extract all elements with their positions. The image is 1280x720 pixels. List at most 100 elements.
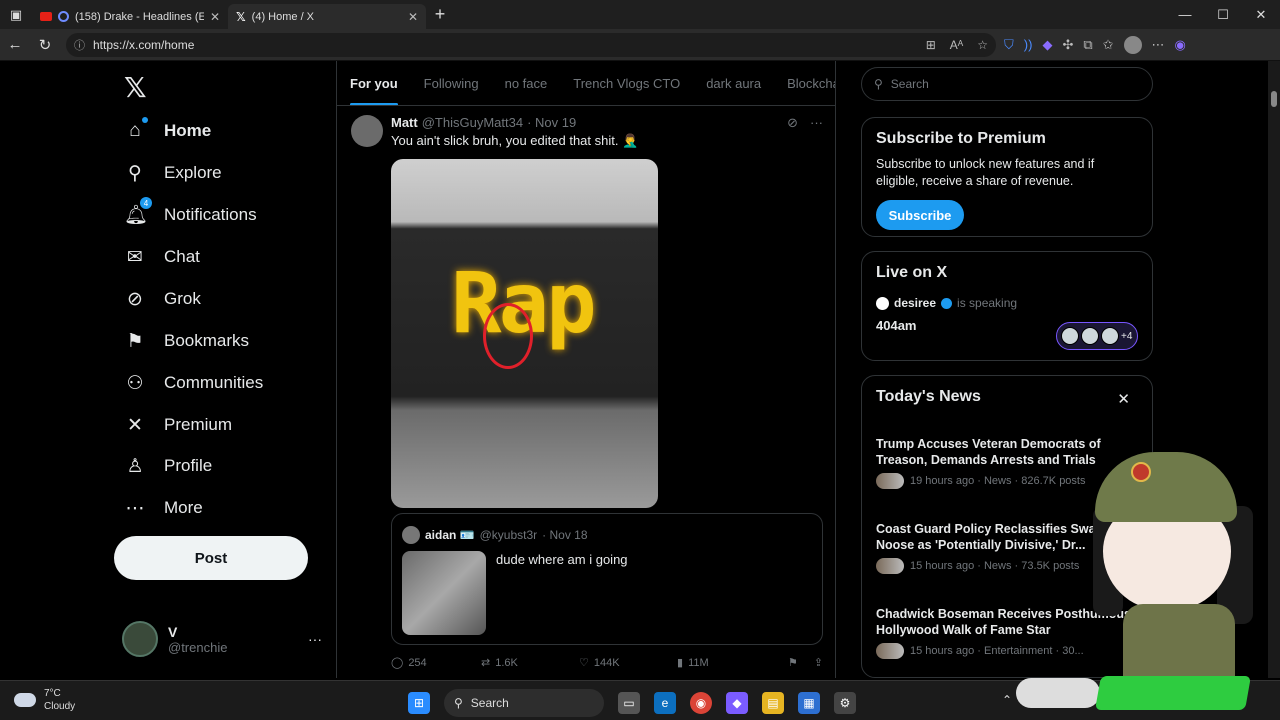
nav-home[interactable]: ⌂ Home xyxy=(124,111,211,151)
url-actions: ⊞ Aᴬ ☆ xyxy=(926,38,988,52)
youtube-icon xyxy=(40,12,52,21)
chart-icon: ▮ xyxy=(677,657,684,669)
maximize-button[interactable]: ☐ xyxy=(1204,7,1242,23)
favorites-icon[interactable]: ✩ xyxy=(1103,37,1114,53)
chrome-icon[interactable]: ◉ xyxy=(690,692,712,714)
listeners-pill[interactable]: +4 xyxy=(1056,322,1138,350)
copilot-icon[interactable]: ◉ xyxy=(1175,37,1186,53)
split-icon[interactable]: ⧉ xyxy=(1083,37,1092,53)
start-icon[interactable]: ⊞ xyxy=(408,692,430,714)
quote-text: dude where am i going xyxy=(496,552,628,567)
tweet-header: Matt @ThisGuyMatt34 · Nov 19 ⊘ ··· xyxy=(391,115,823,131)
close-tab-icon[interactable]: ✕ xyxy=(210,10,220,24)
nav-premium[interactable]: ✕ Premium xyxy=(124,405,232,445)
more-icon[interactable]: ··· xyxy=(810,115,823,131)
like-button[interactable]: ♡ 144K xyxy=(579,656,677,670)
nav-bookmarks[interactable]: ⚑ Bookmarks xyxy=(124,321,249,361)
reply-button[interactable]: ◯ 254 xyxy=(391,656,481,670)
quote-date: · Nov 18 xyxy=(542,528,588,542)
avatar xyxy=(402,526,420,544)
more-icon[interactable]: ··· xyxy=(308,631,322,647)
edge-icon[interactable]: e xyxy=(654,692,676,714)
views-button[interactable]: ▮ 11M xyxy=(677,656,777,670)
nav-explore[interactable]: ⚲ Explore xyxy=(124,153,222,193)
shield-icon[interactable]: ⛉ xyxy=(1004,37,1014,53)
scrollbar-thumb[interactable] xyxy=(1271,91,1277,107)
avatar[interactable] xyxy=(351,115,383,147)
file-explorer-icon[interactable]: ▤ xyxy=(762,692,784,714)
tab-blockchain[interactable]: Blockcha xyxy=(787,76,835,91)
repost-button[interactable]: ⇄ 1.6K xyxy=(481,656,579,670)
nav-more[interactable]: ⋯ More xyxy=(124,488,203,528)
tweet-date[interactable]: · Nov 19 xyxy=(527,115,576,131)
menu-icon[interactable]: ⋯ xyxy=(1152,37,1165,53)
site-info-icon[interactable]: ⓘ xyxy=(74,37,85,53)
subscribe-button[interactable]: Subscribe xyxy=(876,200,964,230)
x-logo-icon[interactable]: 𝕏 xyxy=(124,71,147,104)
tweet-image[interactable]: Rap xyxy=(391,159,658,508)
extension-icon[interactable]: ◆ xyxy=(1042,37,1052,53)
bookmark-icon[interactable]: ⚑ xyxy=(788,656,798,669)
new-tab-button[interactable]: + xyxy=(426,4,454,25)
puzzle-icon[interactable]: ✣ xyxy=(1062,37,1073,53)
taskbar-search[interactable]: ⚲ Search xyxy=(444,689,604,717)
wave-icon[interactable]: )) xyxy=(1024,37,1033,52)
nav-notifications[interactable]: 🔔︎ 4 Notifications xyxy=(124,195,257,235)
weather-widget[interactable]: 7°C Cloudy xyxy=(14,687,75,713)
close-window-button[interactable]: ✕ xyxy=(1242,7,1280,23)
live-title: Live on X xyxy=(876,264,948,281)
share-icon[interactable]: ⇪ xyxy=(814,656,823,669)
news-title: Today's News xyxy=(876,388,981,405)
account-handle: @trenchie xyxy=(168,639,228,655)
back-button[interactable]: ← xyxy=(0,36,30,53)
profile-avatar[interactable] xyxy=(1123,35,1142,54)
bell-icon: 🔔︎ 4 xyxy=(124,197,152,227)
url-field[interactable]: ⓘ https://x.com/home ⊞ Aᴬ ☆ xyxy=(66,32,996,57)
nav-chat[interactable]: ✉ Chat xyxy=(124,237,200,277)
minimize-button[interactable]: — xyxy=(1166,7,1204,23)
page-scrollbar[interactable] xyxy=(1268,61,1280,678)
tab-for-you[interactable]: For you xyxy=(350,76,398,105)
tab-no-face[interactable]: no face xyxy=(505,76,548,91)
tab-actions-icon[interactable]: ▣ xyxy=(0,0,32,29)
tab-following[interactable]: Following xyxy=(424,76,479,91)
author-name[interactable]: Matt xyxy=(391,115,418,131)
copilot-icon[interactable]: ◆ xyxy=(726,692,748,714)
read-aloud-icon[interactable]: Aᴬ xyxy=(950,38,963,52)
quote-author-handle: @kyubst3r xyxy=(479,528,538,542)
live-speaker[interactable]: desiree is speaking xyxy=(876,296,1138,310)
overlay-hat-badge xyxy=(1131,462,1151,482)
tab-trench-vlogs[interactable]: Trench Vlogs CTO xyxy=(573,76,680,91)
author-handle[interactable]: @ThisGuyMatt34 xyxy=(422,115,523,131)
tweet-actions: ◯ 254 ⇄ 1.6K ♡ 144K ▮ 11M ⚑ ⇪ xyxy=(391,656,823,670)
close-tab-icon[interactable]: ✕ xyxy=(408,10,418,24)
post-button[interactable]: Post xyxy=(114,536,308,580)
nav-profile[interactable]: ♙ Profile xyxy=(124,446,212,486)
left-navigation: 𝕏 ⌂ Home ⚲ Explore 🔔︎ 4 Notifications ✉ C… xyxy=(114,61,324,678)
home-icon: ⌂ xyxy=(124,117,148,142)
tab-youtube[interactable]: (158) Drake - Headlines (Exp ✕ xyxy=(32,4,228,29)
search-icon: ⚲ xyxy=(874,77,883,91)
listener-count: +4 xyxy=(1121,330,1133,342)
tab-dark-aura[interactable]: dark aura xyxy=(706,76,761,91)
tray-chevron-icon[interactable]: ⌃ xyxy=(1002,693,1012,707)
task-view-icon[interactable]: ▭ xyxy=(618,692,640,714)
account-switcher[interactable]: V @trenchie ··· xyxy=(122,621,322,657)
reload-button[interactable]: ↻ xyxy=(30,36,60,54)
close-icon[interactable]: ✕ xyxy=(1117,390,1130,408)
settings-icon[interactable]: ⚙ xyxy=(834,692,856,714)
window-controls: — ☐ ✕ xyxy=(1166,7,1280,23)
avatar xyxy=(876,473,904,489)
store-icon[interactable]: ▦ xyxy=(798,692,820,714)
search-input[interactable]: ⚲ Search xyxy=(861,67,1153,101)
speaker-status: is speaking xyxy=(957,296,1018,310)
nav-grok[interactable]: ⊘ Grok xyxy=(124,279,201,319)
grok-icon[interactable]: ⊘ xyxy=(787,115,798,131)
quoted-tweet[interactable]: aidan 🪪 @kyubst3r · Nov 18 dude where am… xyxy=(391,513,823,645)
app-icon[interactable]: ⊞ xyxy=(926,38,936,52)
nav-communities[interactable]: ⚇ Communities xyxy=(124,363,263,403)
vtuber-overlay xyxy=(1085,446,1255,680)
tab-x-home[interactable]: 𝕏 (4) Home / X ✕ xyxy=(228,4,426,29)
avatar xyxy=(1061,327,1079,345)
favorite-star-icon[interactable]: ☆ xyxy=(977,38,988,52)
